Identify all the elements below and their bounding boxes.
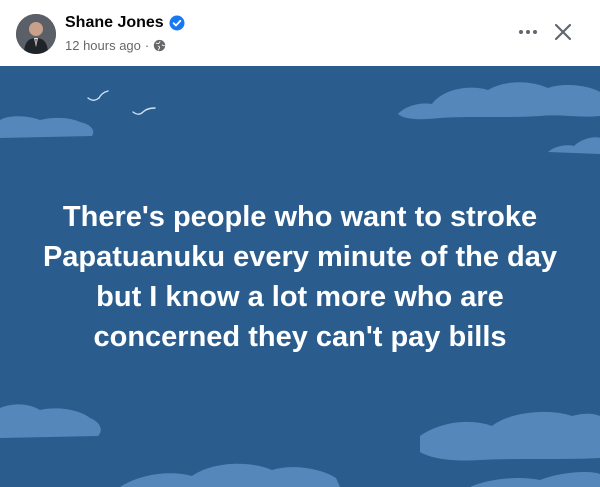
- post-text-line: but I know a lot more who are: [96, 281, 504, 313]
- post-text-line: There's people who want to stroke: [62, 201, 538, 233]
- post-timestamp[interactable]: 12 hours ago: [65, 38, 141, 53]
- post-background-card: There's people who want to stroke Papatu…: [0, 66, 600, 487]
- more-dots-icon: [519, 30, 523, 34]
- meta-separator: ·: [144, 38, 150, 53]
- author-name[interactable]: Shane Jones: [65, 14, 185, 32]
- post-header: Shane Jones 12 hours ago ·: [0, 0, 600, 66]
- avatar[interactable]: [16, 14, 56, 54]
- post-text-line: concerned they can't pay bills: [93, 321, 507, 353]
- post-status-text: There's people who want to stroke Papatu…: [0, 197, 600, 357]
- verified-badge-icon: [169, 15, 185, 31]
- globe-icon[interactable]: [153, 39, 166, 52]
- post-meta: 12 hours ago ·: [65, 38, 166, 53]
- avatar-photo: [16, 14, 56, 54]
- post-text-line: Papatuanuku every minute of the day: [42, 241, 558, 273]
- more-options-button[interactable]: [514, 20, 542, 44]
- author-name-text[interactable]: Shane Jones: [65, 14, 164, 32]
- close-icon[interactable]: [550, 19, 576, 45]
